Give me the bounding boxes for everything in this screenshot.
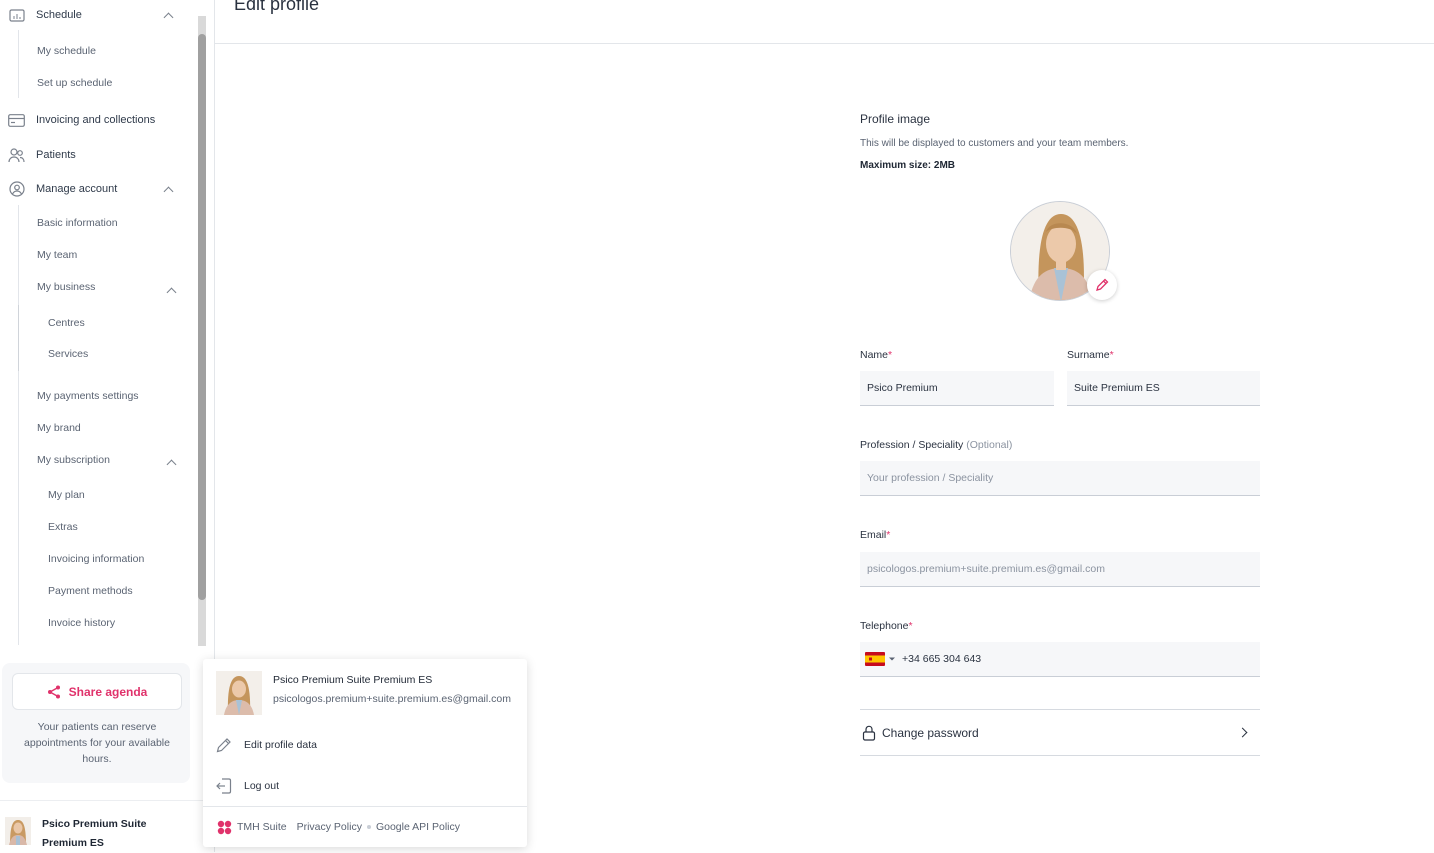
logout-label: Log out xyxy=(244,780,280,792)
share-icon xyxy=(47,685,60,698)
sidebar-subitem-my-business[interactable]: My business xyxy=(37,281,95,293)
page-header: Edit profile xyxy=(215,0,1434,44)
sidebar-item-label: Schedule xyxy=(36,9,82,21)
pencil-icon xyxy=(215,736,233,754)
sidebar-subitem-payments-settings[interactable]: My payments settings xyxy=(37,390,139,402)
separator-dot xyxy=(366,825,371,829)
chevron-up-icon[interactable] xyxy=(163,186,174,197)
privacy-policy-link[interactable]: Privacy Policy xyxy=(297,821,362,833)
share-agenda-label: Share agenda xyxy=(68,684,148,699)
profession-input[interactable]: Your profession / Speciality xyxy=(860,461,1260,496)
name-label: Name* xyxy=(860,349,892,361)
chevron-up-icon[interactable] xyxy=(163,12,174,23)
surname-label-text: Surname xyxy=(1067,349,1110,361)
sidebar-subitem-services[interactable]: Services xyxy=(48,348,88,360)
change-password-row[interactable]: Change password xyxy=(860,709,1260,756)
profile-image-description: This will be displayed to customers and … xyxy=(860,138,1129,149)
popup-footer: TMH Suite Privacy Policy Google API Poli… xyxy=(203,806,527,847)
logout-item[interactable]: Log out xyxy=(215,777,279,795)
sidebar-user-name: Psico Premium Suite Premium ES xyxy=(42,818,147,849)
change-password-label: Change password xyxy=(882,725,979,740)
avatar xyxy=(216,671,262,715)
sidebar-nav: Schedule My schedule Set up schedule Inv… xyxy=(0,0,198,650)
profession-label-text: Profession / Speciality xyxy=(860,439,964,451)
user-menu-popup: Psico Premium Suite Premium ES psicologo… xyxy=(203,659,527,847)
telephone-label-text: Telephone xyxy=(860,620,909,632)
share-agenda-box: Share agenda Your patients can reserve a… xyxy=(2,663,190,783)
chevron-up-icon[interactable] xyxy=(166,287,177,298)
user-circle-icon xyxy=(8,181,25,197)
name-input[interactable]: Psico Premium xyxy=(860,371,1054,406)
sidebar-subitem-extras[interactable]: Extras xyxy=(48,521,78,533)
share-agenda-button[interactable]: Share agenda xyxy=(12,673,182,710)
calendar-icon xyxy=(8,8,25,22)
sidebar-item-label: Patients xyxy=(36,149,76,161)
chevron-right-icon xyxy=(1237,727,1248,738)
google-api-policy-link[interactable]: Google API Policy xyxy=(376,821,460,833)
lock-icon xyxy=(862,725,876,741)
logout-icon xyxy=(215,777,233,795)
edit-profile-data-label: Edit profile data xyxy=(244,739,317,751)
sidebar-item-label: Invoicing and collections xyxy=(36,114,156,126)
chevron-up-icon[interactable] xyxy=(166,459,177,470)
caret-down-icon xyxy=(889,657,895,661)
sidebar-item-manage-account[interactable]: Manage account xyxy=(0,181,118,197)
telephone-input[interactable]: +34 665 304 643 xyxy=(860,642,1260,677)
tree-line xyxy=(18,205,19,645)
popup-user-email: psicologos.premium+suite.premium.es@gmai… xyxy=(273,693,511,705)
sidebar-item-invoicing[interactable]: Invoicing and collections xyxy=(0,113,155,127)
email-label-text: Email xyxy=(860,529,887,541)
name-label-text: Name xyxy=(860,349,889,361)
sidebar: Schedule My schedule Set up schedule Inv… xyxy=(0,0,206,852)
surname-input[interactable]: Suite Premium ES xyxy=(1067,371,1260,406)
sidebar-subitem-my-brand[interactable]: My brand xyxy=(37,422,81,434)
profile-image-max-size: Maximum size: 2MB xyxy=(860,160,956,171)
sidebar-subitem-my-schedule[interactable]: My schedule xyxy=(37,45,96,57)
edit-avatar-button[interactable] xyxy=(1087,270,1117,300)
tmh-logo-icon xyxy=(217,820,232,834)
pencil-icon xyxy=(1096,278,1109,291)
popup-user-name: Psico Premium Suite Premium ES xyxy=(273,674,433,686)
optional-mark: (Optional) xyxy=(966,439,1013,451)
sidebar-subitem-my-subscription[interactable]: My subscription xyxy=(37,454,110,466)
telephone-value: +34 665 304 643 xyxy=(902,653,982,665)
tmh-suite-link[interactable]: TMH Suite xyxy=(237,821,287,833)
email-input[interactable]: psicologos.premium+suite.premium.es@gmai… xyxy=(860,552,1260,587)
required-mark: * xyxy=(886,529,891,541)
sidebar-scrollbar-thumb[interactable] xyxy=(198,34,206,600)
profession-label: Profession / Speciality (Optional) xyxy=(860,439,1012,451)
avatar xyxy=(5,817,31,845)
sidebar-subitem-my-team[interactable]: My team xyxy=(37,249,77,261)
sidebar-item-patients[interactable]: Patients xyxy=(0,147,76,162)
tree-line xyxy=(18,30,19,98)
country-selector[interactable] xyxy=(865,652,896,666)
sidebar-subitem-invoicing-information[interactable]: Invoicing information xyxy=(48,553,144,565)
email-label: Email* xyxy=(860,529,890,541)
sidebar-subitem-my-plan[interactable]: My plan xyxy=(48,489,85,501)
required-mark: * xyxy=(888,349,893,361)
edit-profile-data-item[interactable]: Edit profile data xyxy=(215,736,317,754)
sidebar-item-label: Manage account xyxy=(36,183,118,195)
card-icon xyxy=(8,113,25,127)
sidebar-subitem-invoice-history[interactable]: Invoice history xyxy=(48,617,115,629)
users-icon xyxy=(8,147,25,162)
spain-flag-icon xyxy=(865,652,885,666)
sidebar-user[interactable]: Psico Premium Suite Premium ES xyxy=(0,800,203,852)
required-mark: * xyxy=(1109,349,1114,361)
sidebar-subitem-payment-methods[interactable]: Payment methods xyxy=(48,585,133,597)
page-title: Edit profile xyxy=(234,0,320,14)
sidebar-subitem-set-up-schedule[interactable]: Set up schedule xyxy=(37,77,112,89)
telephone-label: Telephone* xyxy=(860,620,913,632)
surname-label: Surname* xyxy=(1067,349,1114,361)
sidebar-subitem-centres[interactable]: Centres xyxy=(48,317,85,329)
sidebar-subitem-basic-information[interactable]: Basic information xyxy=(37,217,118,229)
required-mark: * xyxy=(908,620,913,632)
tree-line xyxy=(18,305,19,371)
profile-image-title: Profile image xyxy=(860,112,931,126)
sidebar-item-schedule[interactable]: Schedule xyxy=(0,8,82,22)
share-agenda-description: Your patients can reserve appointments f… xyxy=(24,721,170,765)
